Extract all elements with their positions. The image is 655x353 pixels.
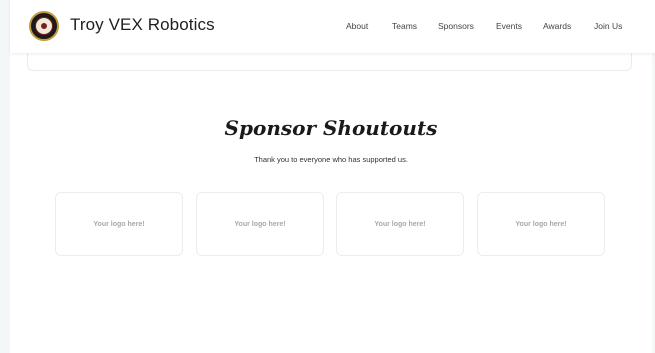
nav-awards[interactable]: Awards	[543, 21, 571, 31]
sponsor-card: Your logo here!	[55, 192, 183, 256]
nav-about[interactable]: About	[346, 21, 368, 31]
nav-events[interactable]: Events	[496, 21, 522, 31]
sponsor-card: Your logo here!	[477, 192, 605, 256]
section-heading: Sponsor Shoutouts	[224, 116, 438, 140]
site-header: Troy VEX Robotics About Teams Sponsors E…	[10, 0, 655, 53]
site-title[interactable]: Troy VEX Robotics	[70, 15, 215, 35]
robotics-seal-logo-icon[interactable]	[29, 11, 59, 41]
nav-join-us[interactable]: Join Us	[594, 21, 622, 31]
nav-sponsors[interactable]: Sponsors	[438, 21, 474, 31]
section-subtext: Thank you to everyone who has supported …	[254, 155, 408, 164]
logo-inner-ring	[35, 17, 53, 35]
logo-core	[41, 23, 47, 29]
sponsor-card: Your logo here!	[336, 192, 464, 256]
sponsor-card: Your logo here!	[196, 192, 324, 256]
nav-teams[interactable]: Teams	[392, 21, 417, 31]
